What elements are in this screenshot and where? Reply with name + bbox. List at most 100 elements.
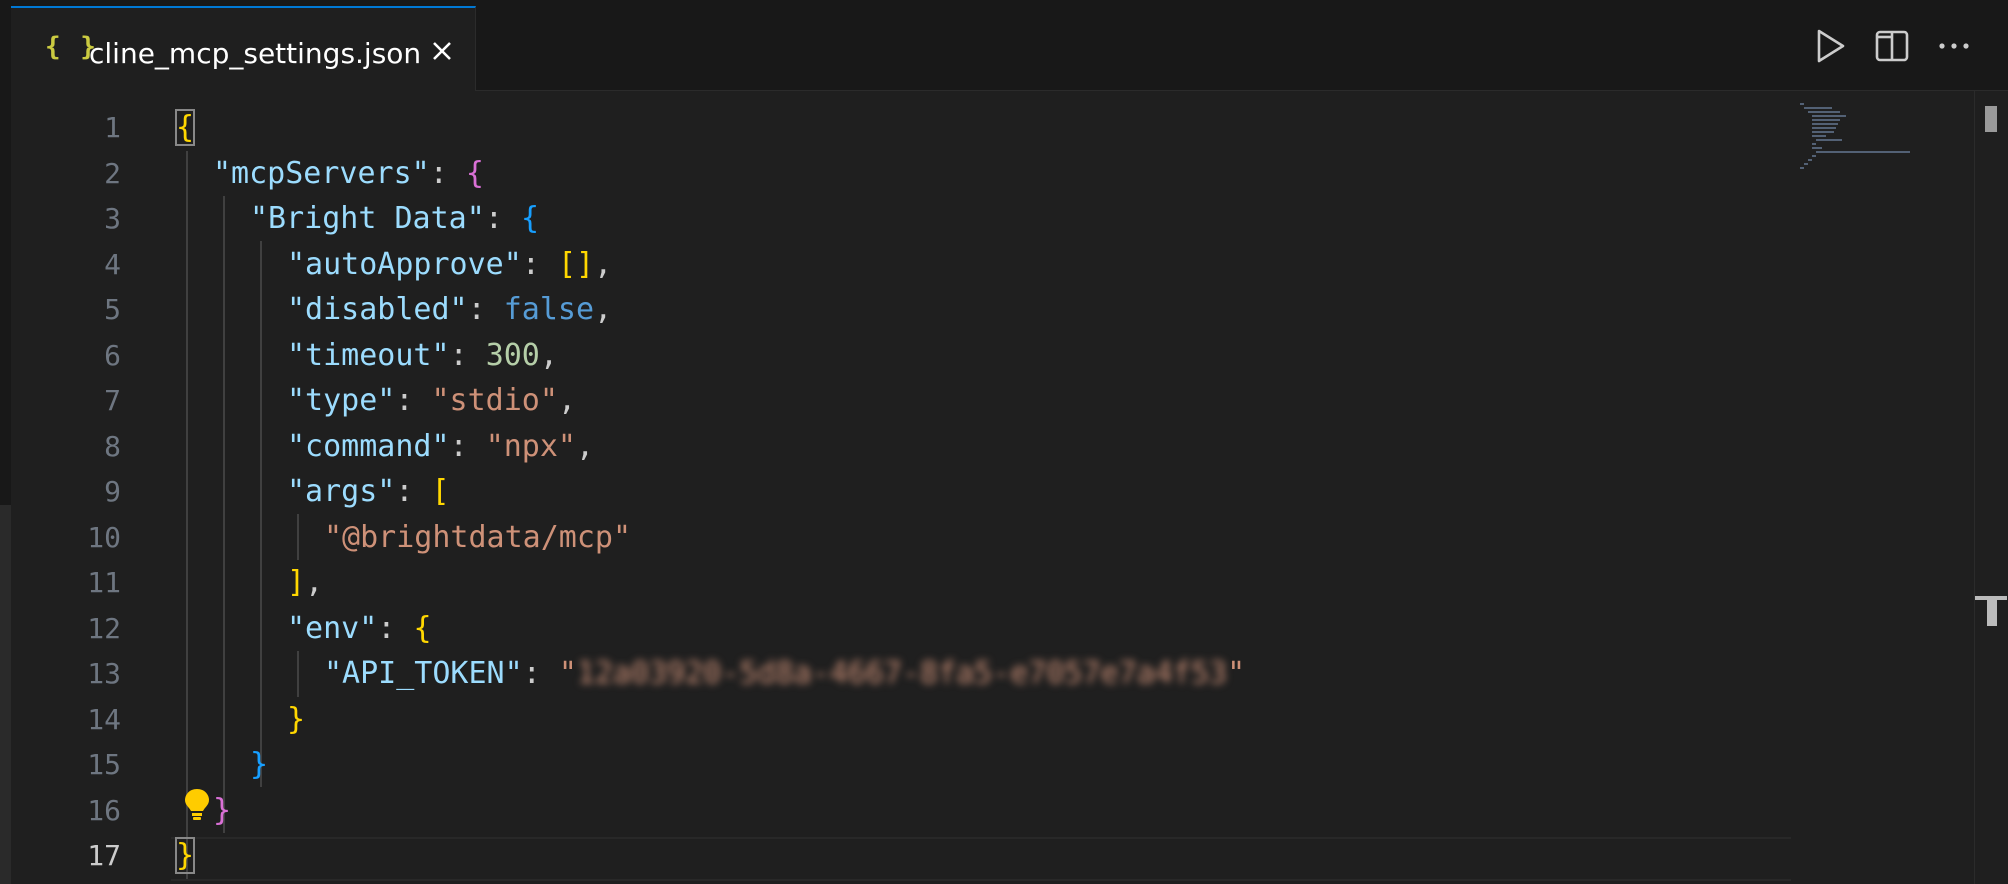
colon: : — [395, 474, 432, 509]
minimap-line — [1804, 107, 1832, 109]
colon: : — [395, 383, 432, 418]
code-line-3: "Bright Data": { — [250, 196, 539, 242]
indent-guide — [260, 241, 262, 787]
open-brace: { — [413, 610, 432, 646]
line-number-active: 17 — [87, 839, 121, 872]
colon: : — [521, 246, 558, 282]
json-key: "args" — [287, 474, 396, 509]
comma: , — [305, 565, 324, 600]
code-line-12: "env": { — [287, 606, 432, 652]
line-number: 5 — [104, 293, 121, 326]
code-editor[interactable]: 1 2 3 4 5 6 7 8 9 10 11 12 13 14 15 16 1… — [11, 91, 2008, 884]
json-string: "stdio" — [431, 383, 558, 418]
minimap-line — [1804, 163, 1808, 165]
minimap-line — [1808, 111, 1840, 113]
colon: : — [429, 155, 466, 191]
comma: , — [594, 292, 613, 327]
json-key: "autoApprove" — [287, 246, 522, 282]
line-number: 13 — [87, 657, 121, 690]
comma: , — [594, 246, 613, 282]
play-icon[interactable] — [1810, 26, 1850, 66]
code-line-9: "args": [ — [287, 469, 450, 515]
json-number: 300 — [485, 337, 540, 373]
line-number: 12 — [87, 611, 121, 645]
line-number: 16 — [87, 793, 121, 827]
code-line-8: "command": "npx", — [287, 424, 594, 470]
indent-guide — [223, 196, 225, 833]
open-brace: { — [174, 109, 196, 146]
line-number: 2 — [104, 156, 121, 190]
line-number: 10 — [87, 520, 121, 554]
indent-guide — [297, 651, 299, 697]
scrollbar-cursor-marker — [1987, 596, 1997, 626]
minimap[interactable] — [1798, 103, 1918, 173]
line-number: 7 — [104, 384, 121, 417]
open-brace: { — [465, 155, 484, 191]
empty-array: [] — [557, 246, 595, 282]
minimap-line — [1800, 167, 1804, 169]
json-key: "command" — [287, 428, 450, 464]
close-brace: } — [287, 701, 306, 737]
indent-guide — [297, 514, 299, 560]
colon: : — [449, 337, 486, 373]
open-bracket: [ — [431, 474, 450, 509]
lightbulb-icon[interactable] — [183, 787, 211, 821]
activity-edge-lower — [0, 505, 11, 884]
line-number: 1 — [104, 111, 121, 144]
code-line-13: "API_TOKEN": "12a03920-5d8a-4667-8fa5-e7… — [324, 651, 1245, 697]
code-line-1: { — [174, 105, 196, 151]
minimap-line — [1812, 135, 1826, 137]
json-string: "@brightdata/mcp" — [324, 519, 632, 555]
line-number: 15 — [87, 748, 121, 781]
minimap-line — [1800, 103, 1804, 105]
quote-close: " — [1227, 656, 1246, 691]
minimap-line — [1812, 131, 1834, 133]
code-line-16: } — [213, 788, 231, 834]
split-editor-icon[interactable] — [1872, 26, 1912, 66]
code-line-11: ], — [287, 560, 323, 606]
vertical-scrollbar[interactable] — [1974, 91, 2008, 884]
line-number-gutter: 1 2 3 4 5 6 7 8 9 10 11 12 13 14 15 16 1… — [11, 91, 121, 884]
minimap-line — [1812, 143, 1816, 145]
colon: : — [377, 610, 414, 646]
minimap-line — [1816, 151, 1910, 153]
json-key: "API_TOKEN" — [324, 656, 523, 691]
line-number: 14 — [87, 702, 121, 736]
line-number: 6 — [104, 338, 121, 372]
minimap-line — [1812, 155, 1816, 157]
scrollbar-thumb[interactable] — [1985, 106, 1997, 132]
comma: , — [576, 428, 595, 464]
code-line-2: "mcpServers": { — [213, 151, 484, 197]
colon: : — [522, 656, 559, 691]
line-number: 9 — [104, 475, 121, 508]
colon: : — [467, 292, 504, 327]
minimap-line — [1812, 147, 1822, 149]
code-line-7: "type": "stdio", — [287, 378, 576, 424]
close-brace: } — [174, 837, 196, 874]
close-bracket: ] — [287, 565, 306, 600]
tab-label: cline_mcp_settings.json — [89, 37, 422, 70]
minimap-line — [1812, 115, 1846, 117]
code-line-10: "@brightdata/mcp" — [324, 515, 631, 561]
line-number: 3 — [104, 202, 121, 235]
minimap-line — [1808, 159, 1812, 161]
json-key: "Bright Data" — [250, 201, 485, 236]
minimap-line — [1816, 139, 1842, 141]
comma: , — [539, 337, 558, 373]
tab-bar: { } cline_mcp_settings.json — [11, 0, 2008, 91]
line-number: 4 — [104, 247, 121, 281]
indent-guide — [186, 151, 188, 879]
more-actions-icon[interactable] — [1934, 26, 1974, 66]
json-key: "timeout" — [287, 337, 450, 373]
code-line-5: "disabled": false, — [287, 287, 612, 333]
line-number: 8 — [104, 429, 121, 463]
editor-window: { } cline_mcp_settings.json 1 2 3 4 5 6 … — [0, 0, 2008, 884]
json-key: "mcpServers" — [213, 155, 430, 191]
code-line-15: } — [250, 742, 268, 788]
json-key: "env" — [287, 610, 378, 646]
json-string: "npx" — [485, 428, 576, 464]
tab-cline-mcp-settings[interactable]: { } cline_mcp_settings.json — [11, 6, 476, 91]
json-boolean: false — [503, 292, 595, 327]
close-icon[interactable] — [425, 34, 459, 68]
redacted-api-token: 12a03920-5d8a-4667-8fa5-e7057e7a4f53 — [576, 656, 1228, 691]
